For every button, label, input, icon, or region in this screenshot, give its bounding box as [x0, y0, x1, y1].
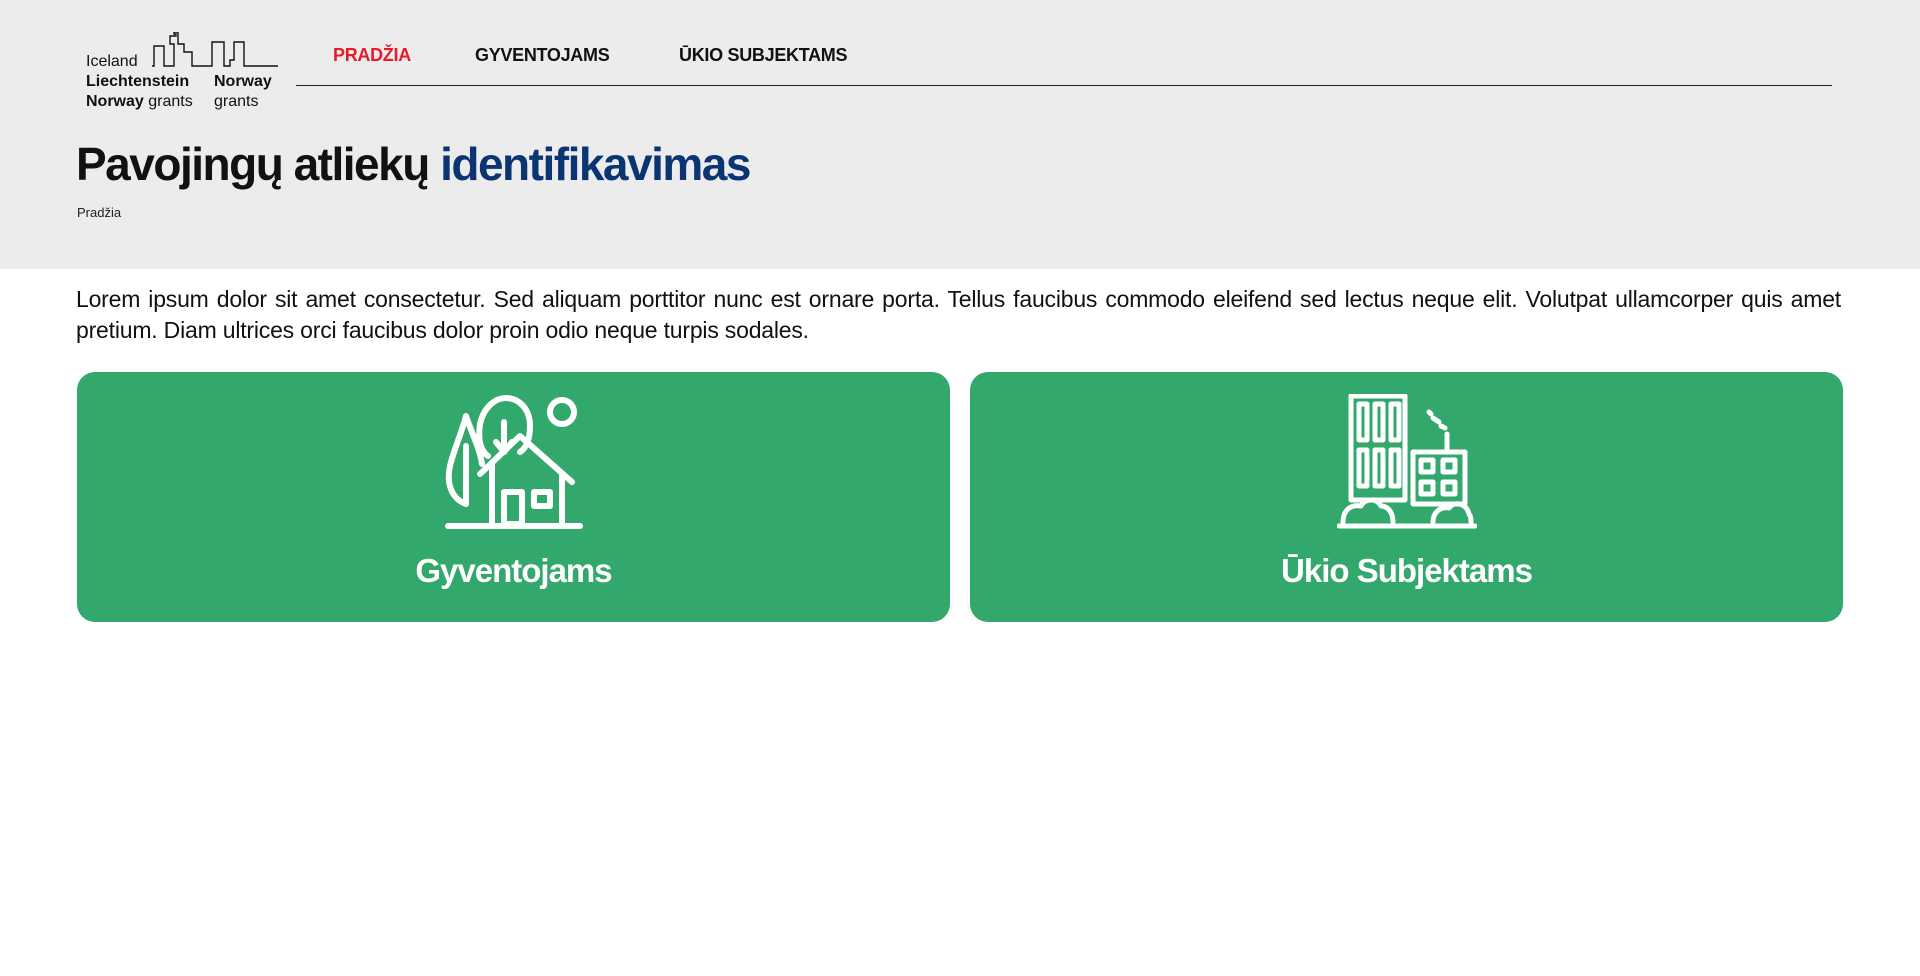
- logo-text-norway: Norway: [86, 93, 144, 110]
- eea-norway-grants-logo[interactable]: Iceland Liechtenstein Norway grants Norw…: [86, 32, 278, 114]
- logo-text-grants: grants: [148, 93, 193, 110]
- logo-text-norway-right: Norway: [214, 73, 272, 90]
- card-gyventojams[interactable]: Gyventojams: [77, 372, 950, 622]
- page-title-main: Pavojingų atliekų: [76, 138, 430, 190]
- page-header: Iceland Liechtenstein Norway grants Norw…: [0, 0, 1920, 269]
- logo-text-grants-right: grants: [214, 93, 259, 110]
- logo-text-iceland: Iceland: [86, 53, 138, 70]
- factory-building-icon: [1336, 394, 1477, 529]
- logo-skyline-icon: [152, 32, 278, 67]
- logo-text-liechtenstein: Liechtenstein: [86, 73, 190, 90]
- logo-text-norway-grants: Norway grants: [86, 92, 193, 112]
- nav-item-gyventojams[interactable]: GYVENTOJAMS: [475, 45, 610, 66]
- breadcrumb[interactable]: Pradžia: [77, 205, 121, 220]
- intro-paragraph: Lorem ipsum dolor sit amet consectetur. …: [76, 286, 1841, 343]
- card-ukio-subjektams[interactable]: Ūkio Subjektams: [970, 372, 1843, 622]
- nav-item-ukio-subjektams[interactable]: ŪKIO SUBJEKTAMS: [679, 45, 847, 66]
- page-title-accent: identifikavimas: [440, 138, 751, 190]
- main-navigation: PRADŽIA GYVENTOJAMS ŪKIO SUBJEKTAMS: [296, 42, 1832, 86]
- card-label-ukio-subjektams: Ūkio Subjektams: [1281, 552, 1533, 589]
- nav-item-pradzia[interactable]: PRADŽIA: [333, 45, 411, 66]
- page-title: Pavojingų atliekų identifikavimas: [76, 134, 751, 194]
- card-label-gyventojams: Gyventojams: [415, 552, 612, 589]
- house-with-trees-icon: [444, 395, 583, 529]
